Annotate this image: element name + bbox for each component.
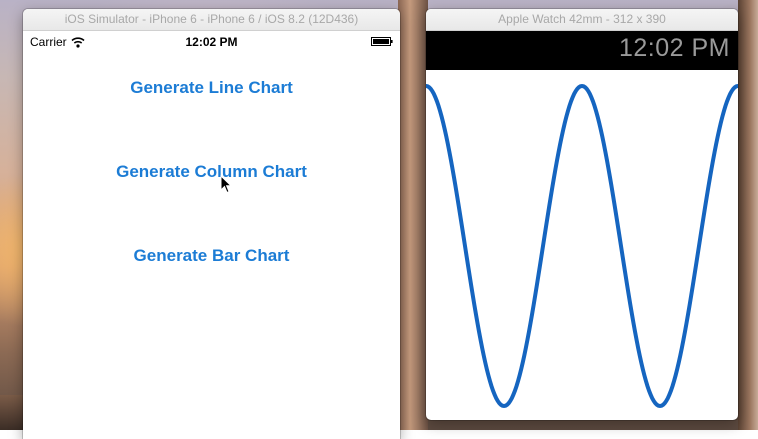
watch-window-title[interactable]: Apple Watch 42mm - 312 x 390	[426, 9, 738, 31]
iphone-window-title[interactable]: iOS Simulator - iPhone 6 - iPhone 6 / iO…	[23, 9, 400, 31]
generate-column-chart-button[interactable]: Generate Column Chart	[23, 162, 400, 182]
generate-line-chart-button[interactable]: Generate Line Chart	[23, 78, 400, 98]
line-chart	[426, 83, 738, 409]
watch-status-bar: 12:02 PM	[426, 31, 738, 70]
chart-series-line	[426, 83, 738, 409]
wallpaper-rock	[398, 0, 428, 430]
watch-time: 12:02 PM	[618, 34, 730, 62]
watch-simulator-window[interactable]: Apple Watch 42mm - 312 x 390 12:02 PM	[426, 9, 738, 420]
iphone-simulator-window[interactable]: iOS Simulator - iPhone 6 - iPhone 6 / iO…	[23, 9, 400, 439]
status-time: 12:02 PM	[185, 35, 238, 49]
status-bar: Carrier 12:02 PM	[23, 31, 400, 51]
wallpaper-rock	[738, 0, 758, 430]
mouse-pointer-icon	[220, 175, 232, 194]
generate-bar-chart-button[interactable]: Generate Bar Chart	[23, 246, 400, 266]
battery-icon	[371, 37, 393, 46]
